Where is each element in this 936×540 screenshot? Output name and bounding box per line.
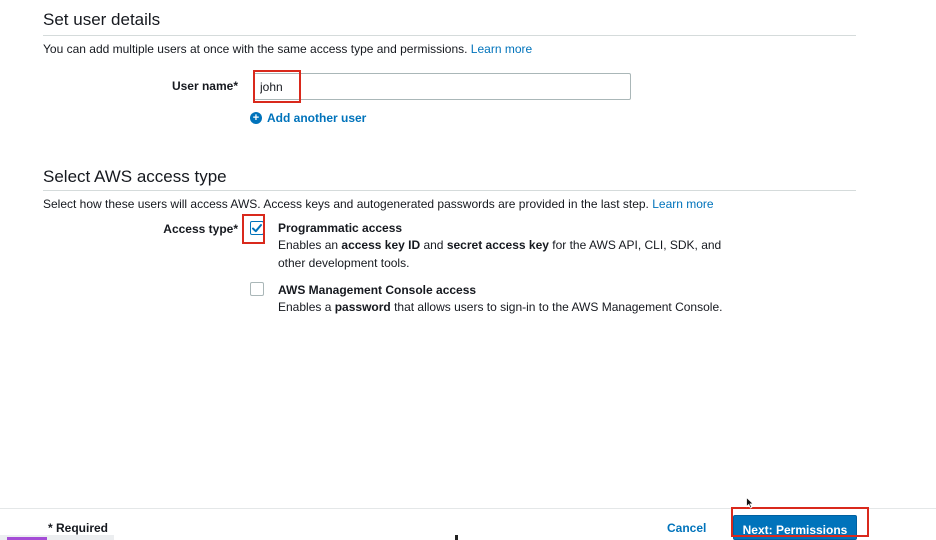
username-label: User name*: [171, 79, 238, 93]
next-permissions-button[interactable]: Next: Permissions: [733, 515, 857, 540]
plus-circle-icon: +: [250, 112, 262, 124]
programmatic-access-description: Enables an access key ID and secret acce…: [278, 236, 721, 272]
section-divider: [43, 190, 856, 191]
access-type-description-text: Select how these users will access AWS. …: [43, 197, 649, 211]
add-another-user-label: Add another user: [267, 111, 367, 125]
desc-bold: secret access key: [446, 238, 549, 252]
section-divider: [43, 35, 856, 36]
learn-more-link[interactable]: Learn more: [471, 42, 532, 56]
user-details-description: You can add multiple users at once with …: [43, 42, 532, 56]
console-access-title[interactable]: AWS Management Console access: [278, 283, 476, 297]
desc-bold: access key ID: [341, 238, 421, 252]
add-another-user-link[interactable]: + Add another user: [250, 111, 366, 125]
desc-text: for the AWS API, CLI, SDK, and: [548, 238, 722, 252]
edge-tick: [455, 535, 458, 540]
desc-text: that allows users to sign-in to the AWS …: [390, 300, 723, 314]
user-details-title: Set user details: [43, 10, 161, 29]
user-details-description-text: You can add multiple users at once with …: [43, 42, 468, 56]
desc-text: Enables an: [278, 238, 342, 252]
learn-more-link[interactable]: Learn more: [652, 197, 713, 211]
desc-text: other development tools.: [278, 256, 410, 270]
desc-text: and: [420, 238, 447, 252]
programmatic-access-title[interactable]: Programmatic access: [278, 221, 402, 235]
checkmark-icon: [252, 224, 262, 233]
cancel-button[interactable]: Cancel: [667, 521, 706, 535]
footer-divider: [0, 508, 936, 509]
desc-text: Enables a: [278, 300, 335, 314]
programmatic-access-checkbox[interactable]: [250, 221, 264, 235]
console-access-description: Enables a password that allows users to …: [278, 298, 722, 316]
access-type-description: Select how these users will access AWS. …: [43, 197, 714, 211]
username-input[interactable]: [253, 73, 631, 100]
console-access-checkbox[interactable]: [250, 282, 264, 296]
required-note: * Required: [48, 521, 109, 535]
mouse-pointer-icon: [746, 497, 754, 509]
access-type-title: Select AWS access type: [43, 167, 227, 186]
access-type-label: Access type*: [163, 222, 238, 236]
desc-bold: password: [334, 300, 391, 314]
